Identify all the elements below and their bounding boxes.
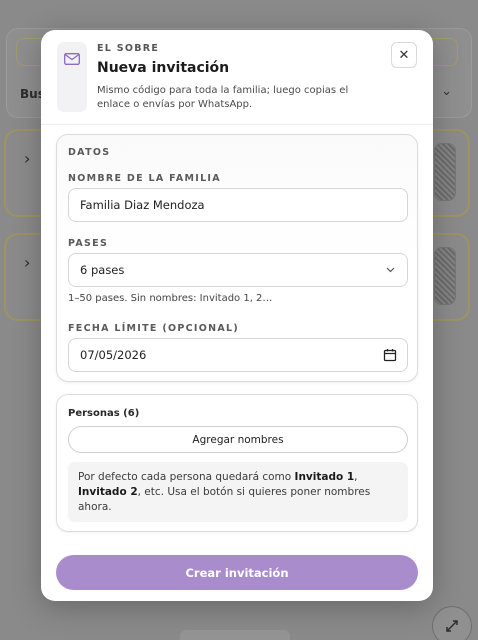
deadline-value: 07/05/2026: [80, 348, 147, 362]
section-label-datos: DATOS: [68, 147, 111, 158]
default-names-note: Por defecto cada persona quedará como In…: [68, 462, 408, 522]
family-name-label: NOMBRE DE LA FAMILIA: [68, 173, 221, 184]
envelope-icon-box: [57, 42, 87, 112]
close-button[interactable]: ✕: [391, 42, 417, 68]
deadline-date-input[interactable]: 07/05/2026: [68, 338, 408, 372]
dialog-header: EL SOBRE Nueva invitación Mismo código p…: [41, 30, 433, 125]
note-text: Por defecto cada persona quedará como: [78, 471, 295, 483]
add-names-button[interactable]: Agregar nombres: [68, 426, 408, 453]
passes-label: PASES: [68, 238, 109, 249]
datos-section: DATOS NOMBRE DE LA FAMILIA Familia Diaz …: [56, 134, 418, 382]
dialog-body: DATOS NOMBRE DE LA FAMILIA Familia Diaz …: [41, 125, 433, 543]
chevron-right-icon: ›: [24, 253, 31, 272]
personas-section: Personas (6) Agregar nombres Por defecto…: [56, 394, 418, 532]
family-name-value: Familia Diaz Mendoza: [80, 198, 205, 212]
passes-value: 6 pases: [80, 263, 125, 277]
passes-hint: 1–50 pases. Sin nombres: Invitado 1, 2…: [68, 293, 273, 304]
family-name-input[interactable]: Familia Diaz Mendoza: [68, 188, 408, 222]
background-chevron-down-icon: ⌄: [441, 84, 452, 99]
note-bold-invitado-1: Invitado 1: [294, 471, 355, 483]
card-thumbnail: [434, 143, 456, 201]
card-thumbnail: [434, 247, 456, 305]
dialog-subtitle: Mismo código para toda la familia; luego…: [97, 85, 349, 110]
calendar-icon[interactable]: [383, 348, 397, 362]
close-icon: ✕: [398, 47, 410, 63]
envelope-icon: [64, 53, 80, 65]
note-text: ,: [354, 471, 358, 483]
deadline-label: FECHA LÍMITE (OPCIONAL): [68, 323, 239, 334]
personas-count-label: Personas (6): [68, 408, 140, 419]
note-bold-invitado-2: Invitado 2: [78, 486, 138, 498]
create-invitation-button[interactable]: Crear invitación: [56, 555, 418, 590]
passes-select[interactable]: 6 pases: [68, 253, 408, 287]
dialog-title: Nueva invitación: [97, 60, 230, 76]
expand-icon: [432, 606, 472, 640]
background-bottom-bar: [180, 630, 290, 640]
dialog-eyebrow: EL SOBRE: [97, 43, 160, 54]
new-invitation-dialog: EL SOBRE Nueva invitación Mismo código p…: [41, 30, 433, 601]
chevron-down-icon: [386, 267, 395, 273]
chevron-right-icon: ›: [24, 149, 31, 168]
